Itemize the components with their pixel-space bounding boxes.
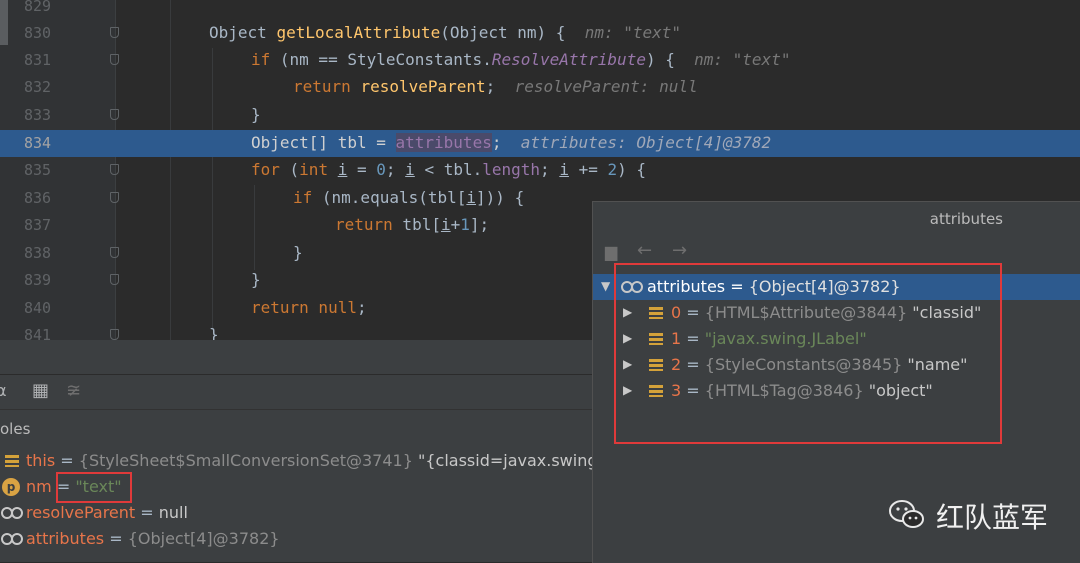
inline-debug-value: nm: "text" — [584, 23, 682, 42]
popup-title: attributes — [929, 210, 1003, 228]
fold-icon[interactable] — [110, 164, 119, 175]
code-text: if (nm == StyleConstants.ResolveAttribut… — [251, 50, 791, 69]
code-text: } — [251, 270, 261, 289]
line-number: 834 — [24, 134, 52, 152]
code-text: if (nm.equals(tbl[i])) { — [293, 188, 525, 207]
code-line-834-current[interactable]: 834 Object[] tbl = attributes; attribute… — [0, 130, 1080, 157]
evaluate-icon[interactable]: α — [0, 381, 7, 400]
code-text: } — [251, 105, 261, 124]
code-line-833[interactable]: 833 } — [0, 102, 1080, 129]
line-number: 838 — [24, 244, 52, 262]
back-arrow-icon[interactable]: ← — [637, 240, 652, 261]
folder-icon[interactable]: ▆ — [605, 242, 617, 261]
code-text: return resolveParent; resolveParent: nul… — [293, 77, 698, 96]
fold-icon[interactable] — [110, 192, 119, 203]
field-icon — [5, 455, 19, 467]
code-text: for (int i = 0; i < tbl.length; i += 2) … — [251, 160, 647, 179]
line-number: 833 — [24, 106, 52, 124]
code-line-831[interactable]: 831 if (nm == StyleConstants.ResolveAttr… — [0, 47, 1080, 74]
line-number: 835 — [24, 161, 52, 179]
fold-icon[interactable] — [110, 247, 119, 258]
variables-tab-label[interactable]: oles — [0, 420, 30, 438]
annotation-box — [614, 263, 1002, 444]
code-line-835[interactable]: 835 for (int i = 0; i < tbl.length; i +=… — [0, 157, 1080, 184]
code-text: Object[] tbl = attributes; attributes: O… — [251, 133, 772, 152]
variable-text: attributes = {Object[4]@3782} — [26, 529, 280, 548]
inline-debug-value: attributes: Object[4]@3782 — [520, 133, 772, 152]
restore-layout-icon[interactable]: ≆ — [66, 380, 81, 401]
fold-icon[interactable] — [110, 27, 119, 38]
line-number: 836 — [24, 189, 52, 207]
code-line-830[interactable]: 830 Object getLocalAttribute(Object nm) … — [0, 20, 1080, 47]
fold-icon[interactable] — [110, 109, 119, 120]
inline-debug-value: resolveParent: null — [514, 77, 698, 96]
line-number: 830 — [24, 24, 52, 42]
code-text: } — [209, 325, 219, 340]
forward-arrow-icon[interactable]: → — [672, 240, 687, 261]
watch-icon — [1, 507, 23, 519]
fold-icon[interactable] — [110, 329, 119, 340]
line-number: 829 — [24, 0, 52, 15]
code-text: return null; — [251, 298, 367, 317]
line-number: 841 — [24, 326, 52, 340]
line-number: 832 — [24, 78, 52, 96]
line-number: 831 — [24, 51, 52, 69]
code-text: } — [293, 243, 303, 262]
variable-text: resolveParent = null — [26, 503, 188, 522]
variable-text: this = {StyleSheet$SmallConversionSet@37… — [26, 451, 656, 470]
code-text: return tbl[i+1]; — [335, 215, 490, 234]
parameter-icon: p — [2, 478, 20, 496]
code-line-832[interactable]: 832 return resolveParent; resolveParent:… — [0, 74, 1080, 101]
annotation-box — [56, 472, 132, 503]
code-line-829[interactable]: 829 — [0, 0, 1080, 20]
code-text: Object getLocalAttribute(Object nm) { nm… — [209, 23, 682, 42]
line-number: 839 — [24, 271, 52, 289]
watch-icon — [1, 533, 23, 545]
collapse-arrow-icon[interactable]: ▼ — [601, 279, 610, 293]
inline-debug-value: nm: "text" — [694, 50, 791, 69]
table-view-icon[interactable]: ▦ — [32, 380, 49, 401]
line-number: 837 — [24, 216, 52, 234]
fold-icon[interactable] — [110, 54, 119, 65]
fold-icon[interactable] — [110, 274, 119, 285]
watermark-text: 红队蓝军 — [936, 501, 1049, 534]
wechat-icon — [889, 500, 924, 528]
line-number: 840 — [24, 299, 52, 317]
